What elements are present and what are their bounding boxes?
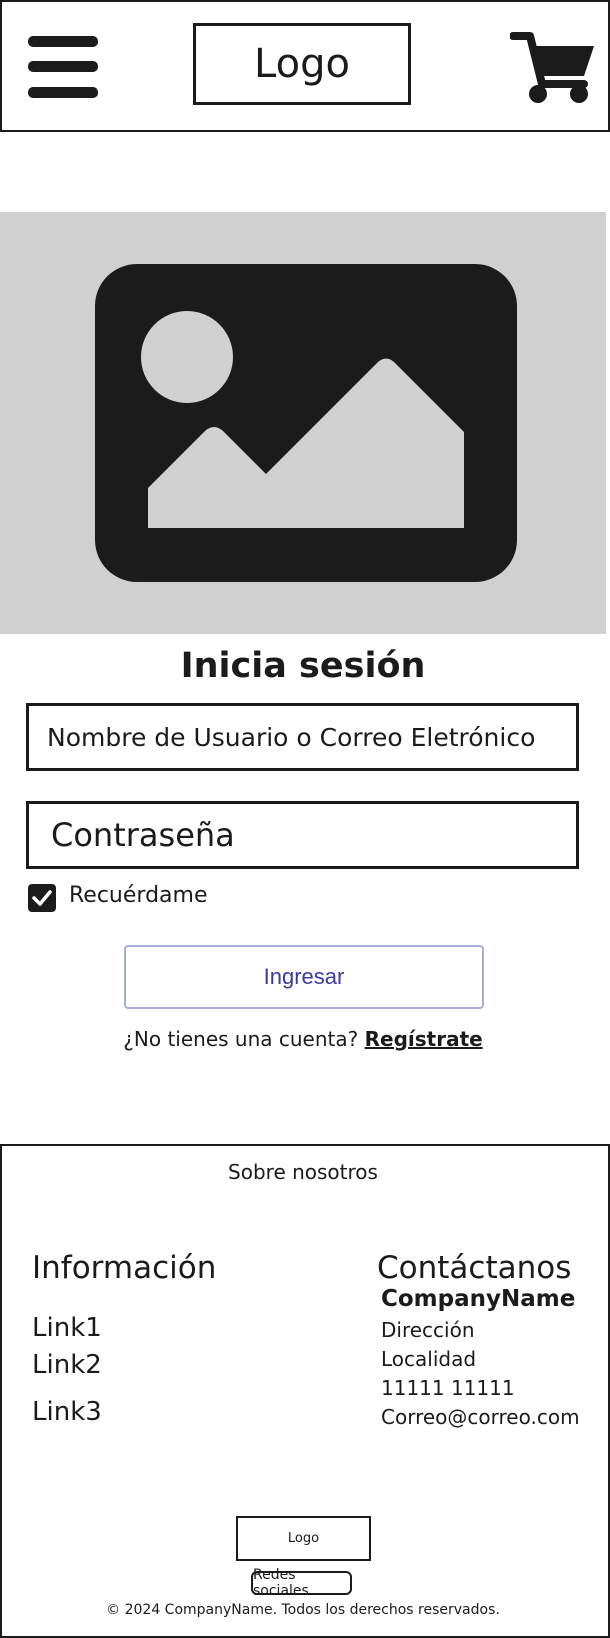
header-logo[interactable]: Logo <box>193 23 411 105</box>
social-media-button[interactable]: Redes sociales <box>251 1567 352 1599</box>
login-submit-button[interactable]: Ingresar <box>124 945 484 1009</box>
about-us-link[interactable]: Sobre nosotros <box>0 1160 606 1184</box>
image-placeholder-icon <box>95 264 517 582</box>
no-account-text: ¿No tienes una cuenta? <box>123 1027 359 1051</box>
footer-logo-text: Logo <box>287 1531 320 1546</box>
information-heading: Información <box>32 1250 217 1286</box>
site-footer <box>0 1144 610 1638</box>
login-submit-label: Ingresar <box>263 964 345 989</box>
social-media-label: Redes sociales <box>253 1567 309 1599</box>
username-email-input[interactable] <box>26 703 579 771</box>
hero-image-placeholder <box>0 212 606 634</box>
contact-locality: Localidad <box>381 1347 477 1371</box>
remember-me-label: Recuérdame <box>69 883 208 908</box>
footer-link-3[interactable]: Link3 <box>32 1397 102 1427</box>
contact-address: Dirección <box>381 1318 475 1342</box>
company-name: CompanyName <box>381 1286 576 1312</box>
contact-phone: 11111 11111 <box>381 1376 515 1400</box>
contact-email[interactable]: Correo@correo.com <box>381 1405 580 1429</box>
shopping-cart-icon[interactable] <box>509 30 594 104</box>
signup-prompt: ¿No tienes una cuenta? Regístrate <box>0 1027 606 1051</box>
footer-link-2[interactable]: Link2 <box>32 1350 102 1380</box>
header-logo-text: Logo <box>254 41 350 87</box>
contact-heading: Contáctanos <box>377 1250 572 1286</box>
footer-link-1[interactable]: Link1 <box>32 1313 102 1343</box>
password-input[interactable] <box>26 801 579 869</box>
login-title: Inicia sesión <box>180 646 426 686</box>
footer-logo[interactable]: Logo <box>236 1516 371 1561</box>
copyright-text: © 2024 CompanyName. Todos los derechos r… <box>106 1602 500 1618</box>
check-icon <box>32 890 52 906</box>
signup-link[interactable]: Regístrate <box>365 1027 483 1051</box>
hamburger-menu-icon[interactable] <box>28 36 98 98</box>
remember-me-checkbox[interactable] <box>28 884 56 912</box>
